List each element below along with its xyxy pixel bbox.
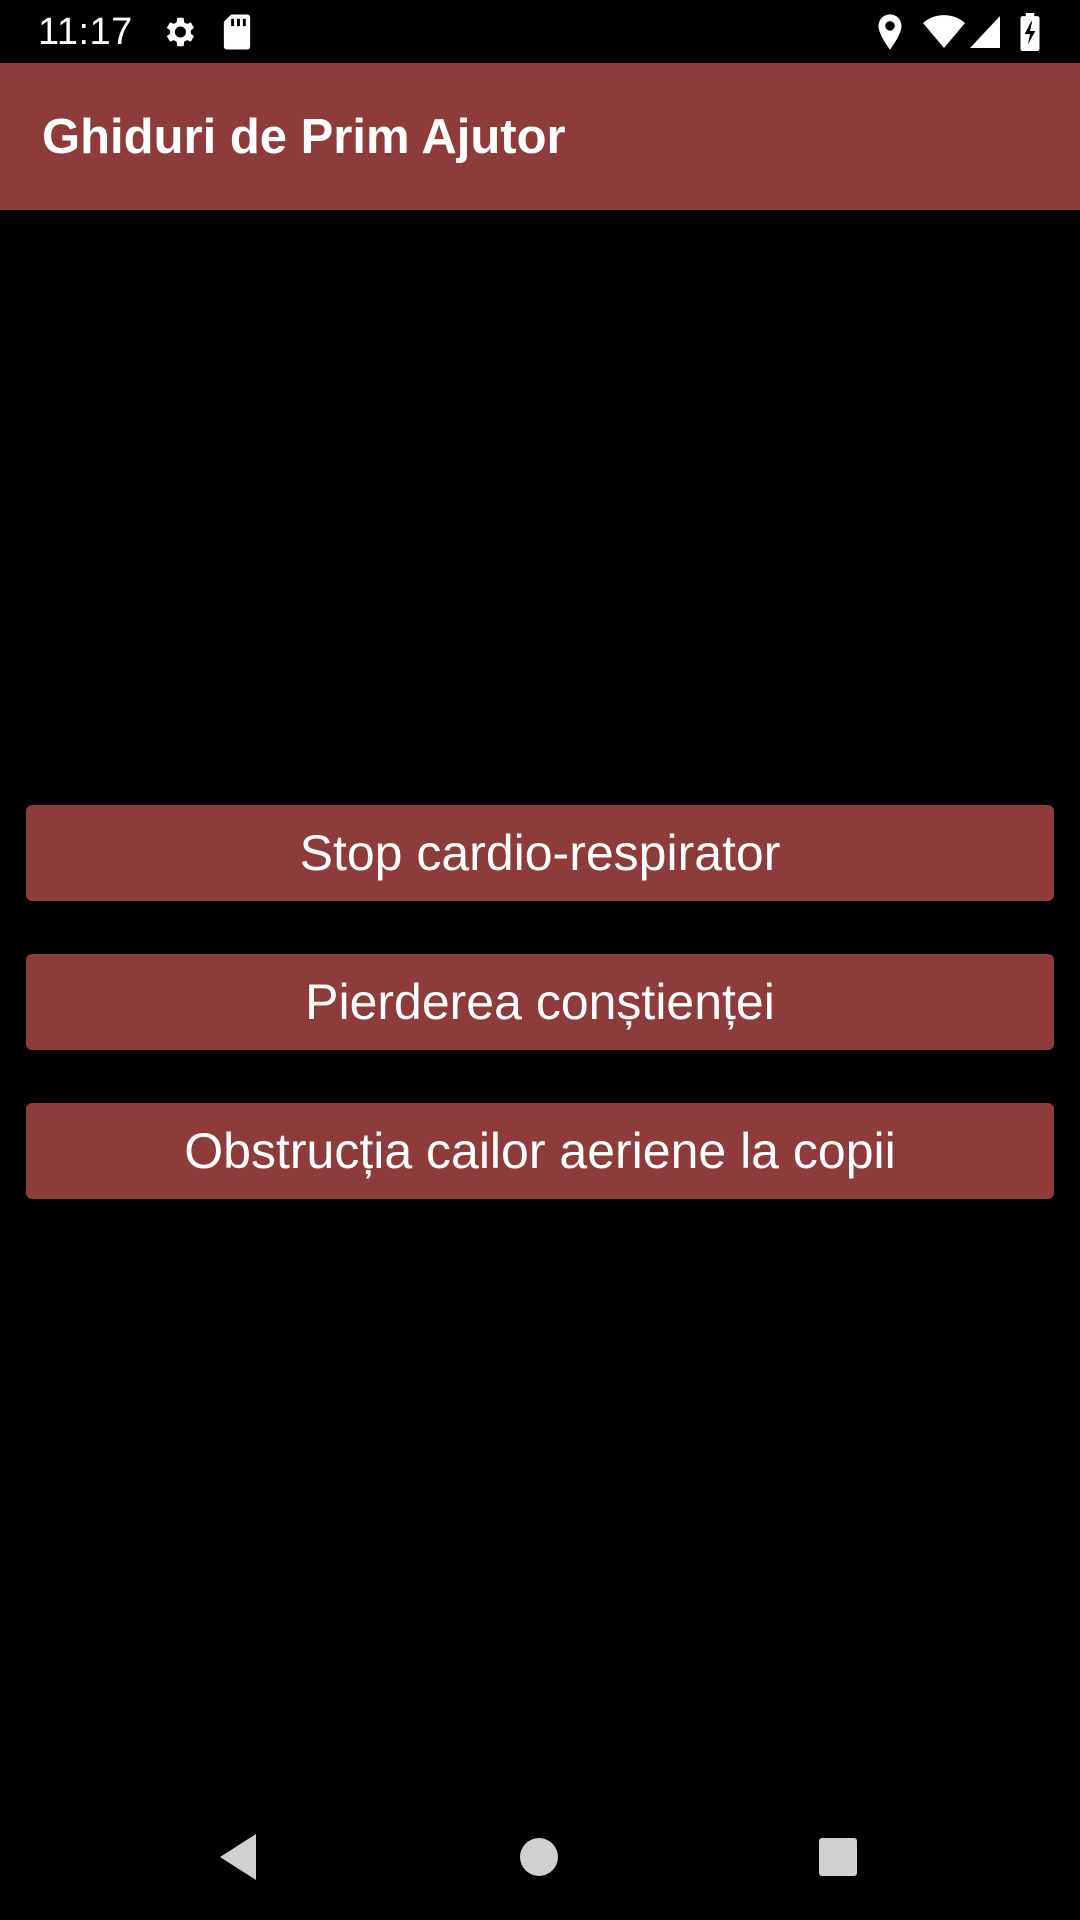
- status-bar: 11:17: [0, 0, 1080, 63]
- guides-list: Stop cardio-respirator Pierderea conștie…: [26, 805, 1054, 1252]
- guide-button-obstructia-cailor-aeriene[interactable]: Obstrucția cailor aeriene la copii: [26, 1103, 1054, 1199]
- guide-button-pierderea-constientei[interactable]: Pierderea conștienței: [26, 954, 1054, 1050]
- sd-card-icon: [223, 14, 251, 50]
- app-title: Ghiduri de Prim Ajutor: [42, 110, 566, 164]
- recents-icon[interactable]: [805, 1824, 871, 1890]
- guide-button-stop-cardio-respirator[interactable]: Stop cardio-respirator: [26, 805, 1054, 901]
- app-bar: Ghiduri de Prim Ajutor: [0, 63, 1080, 210]
- home-icon[interactable]: [506, 1824, 572, 1890]
- location-pin-icon: [878, 14, 902, 50]
- battery-charging-icon: [1020, 13, 1040, 51]
- navigation-bar: [0, 1794, 1080, 1920]
- cell-signal-icon: [970, 16, 1000, 48]
- status-time: 11:17: [38, 11, 133, 53]
- back-icon[interactable]: [206, 1824, 272, 1890]
- settings-gear-icon: [166, 17, 195, 47]
- wifi-icon: [923, 15, 965, 48]
